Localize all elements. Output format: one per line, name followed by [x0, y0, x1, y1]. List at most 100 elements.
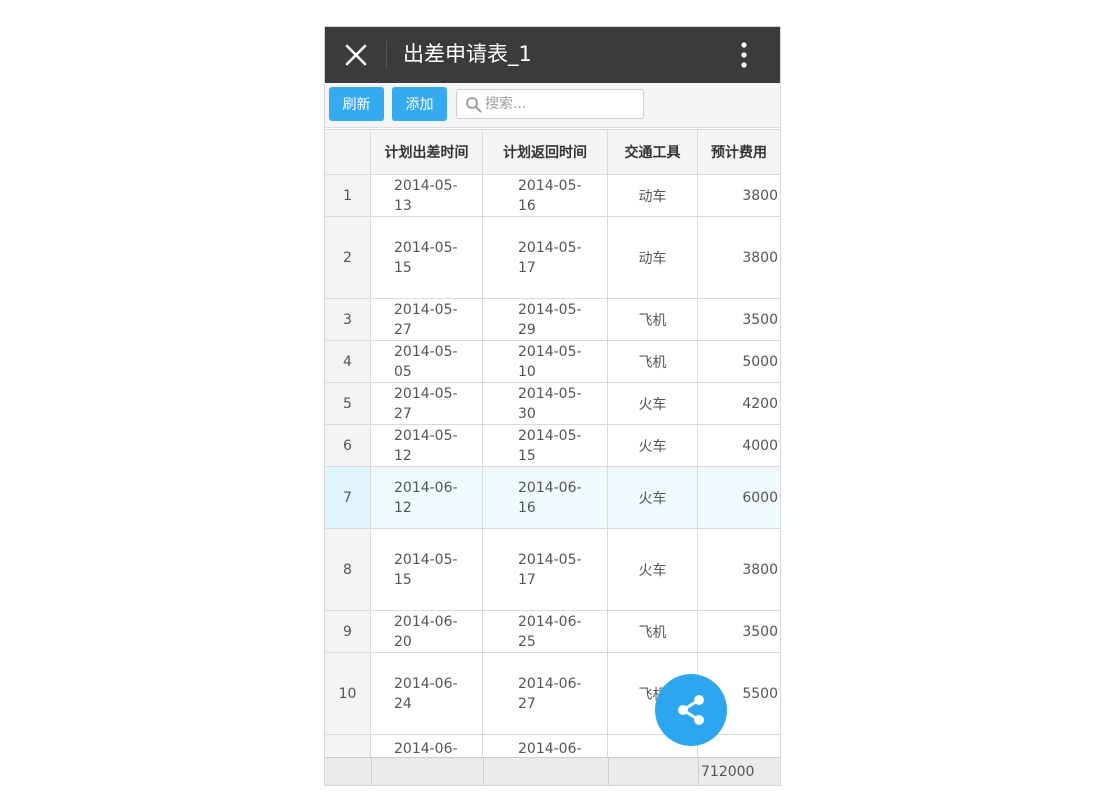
cost-cell: 4200 — [742, 395, 778, 412]
table-header: 计划出差时间 计划返回时间 交通工具 预计费用 — [325, 129, 780, 175]
more-vertical-icon — [741, 42, 747, 68]
departure-cell: 2014-05-05 — [371, 341, 483, 382]
row-index: 7 — [325, 467, 371, 528]
return-date: 2014-06-25 — [518, 613, 582, 650]
row-index: 1 — [325, 175, 371, 216]
transport-cell: 飞机 — [608, 341, 698, 382]
close-icon — [345, 44, 367, 66]
departure-date: 2014-05-15 — [394, 551, 458, 588]
table-row[interactable]: 2 2014-05-15 2014-05-17 动车 3800 — [325, 217, 780, 299]
return-date: 2014-05-17 — [518, 239, 582, 276]
departure-cell: 2014-06-12 — [371, 467, 483, 528]
cost-cell: 3800 — [742, 561, 778, 578]
cost-cell: 3500 — [742, 311, 778, 328]
row-index: 6 — [325, 425, 371, 466]
departure-date: 2014-05-27 — [394, 385, 458, 422]
share-button[interactable] — [655, 674, 727, 746]
cost-cell: 6000 — [698, 467, 780, 528]
footer-cell — [372, 758, 484, 785]
return-cell: 2014-05-29 — [483, 299, 608, 340]
departure-date: 2014-06-24 — [394, 675, 458, 712]
departure-cell: 2014-05-15 — [371, 217, 483, 298]
header-transport[interactable]: 交通工具 — [608, 130, 698, 174]
row-index: 4 — [325, 341, 371, 382]
departure-date: 2014-05-05 — [394, 343, 458, 380]
departure-date: 2014-05-27 — [394, 301, 458, 338]
departure-cell: 2014-06-20 — [371, 611, 483, 652]
departure-date: 2014-06-20 — [394, 613, 458, 650]
return-cell: 2014-05-17 — [483, 217, 608, 298]
app-window: 出差申请表_1 刷新 添加 计划出差时间 计划返回时间 — [324, 26, 781, 786]
departure-date: 2014-06-12 — [394, 479, 458, 516]
cost-total: 712000 — [701, 764, 755, 780]
transport-cell: 动车 — [608, 175, 698, 216]
row-index: 5 — [325, 383, 371, 424]
transport-cell: 火车 — [608, 425, 698, 466]
page-title: 出差申请表_1 — [403, 42, 532, 66]
close-button[interactable] — [335, 35, 377, 75]
table-footer: 712000 — [325, 757, 780, 785]
row-index: 9 — [325, 611, 371, 652]
return-cell: 2014-05-17 — [483, 529, 608, 610]
refresh-button[interactable]: 刷新 — [329, 87, 384, 121]
cost-cell: 4000 — [742, 437, 778, 454]
return-cell: 2014-05-10 — [483, 341, 608, 382]
add-button[interactable]: 添加 — [392, 87, 447, 121]
search-box[interactable] — [456, 89, 644, 119]
search-icon — [465, 96, 483, 114]
header-estimated-cost[interactable]: 预计费用 — [698, 130, 780, 174]
return-date: 2014-06- — [518, 741, 582, 757]
departure-date: 2014-05-12 — [394, 427, 458, 464]
departure-date: 2014-06- — [394, 741, 458, 757]
departure-cell: 2014-05-27 — [371, 299, 483, 340]
return-date: 2014-06-16 — [518, 479, 582, 516]
row-index: 10 — [325, 653, 371, 734]
footer-cell — [484, 758, 609, 785]
footer-cell — [325, 758, 372, 785]
header-index — [325, 130, 371, 174]
title-divider — [386, 41, 387, 69]
share-icon — [678, 695, 704, 725]
footer-cell — [609, 758, 699, 785]
table-row[interactable]: 4 2014-05-05 2014-05-10 飞机 5000 — [325, 341, 780, 383]
table-row-selected[interactable]: 7 2014-06-12 2014-06-16 火车 6000 — [325, 467, 780, 529]
cost-cell: 3800 — [742, 187, 778, 204]
return-cell: 2014-06-27 — [483, 653, 608, 734]
departure-cell: 2014-06-24 — [371, 653, 483, 734]
return-cell: 2014-05-15 — [483, 425, 608, 466]
header-planned-return[interactable]: 计划返回时间 — [483, 130, 608, 174]
return-cell: 2014-05-30 — [483, 383, 608, 424]
row-index: 2 — [325, 217, 371, 298]
departure-cell: 2014-05-13 — [371, 175, 483, 216]
return-date: 2014-05-16 — [518, 177, 582, 214]
departure-cell: 2014-05-12 — [371, 425, 483, 466]
transport-cell: 动车 — [608, 217, 698, 298]
header-planned-departure[interactable]: 计划出差时间 — [371, 130, 483, 174]
row-index: 8 — [325, 529, 371, 610]
table-row[interactable]: 5 2014-05-27 2014-05-30 火车 4200 — [325, 383, 780, 425]
transport-cell: 飞机 — [608, 611, 698, 652]
transport-cell: 火车 — [608, 383, 698, 424]
return-date: 2014-05-10 — [518, 343, 582, 380]
return-cell: 2014-06-25 — [483, 611, 608, 652]
transport-cell: 火车 — [608, 467, 698, 528]
return-date: 2014-05-30 — [518, 385, 582, 422]
table-row[interactable]: 9 2014-06-20 2014-06-25 飞机 3500 — [325, 611, 780, 653]
table-row[interactable]: 3 2014-05-27 2014-05-29 飞机 3500 — [325, 299, 780, 341]
return-cell: 2014-06-16 — [483, 467, 608, 528]
return-cell: 2014-05-16 — [483, 175, 608, 216]
return-date: 2014-06-27 — [518, 675, 582, 712]
table-row[interactable]: 6 2014-05-12 2014-05-15 火车 4000 — [325, 425, 780, 467]
cost-cell: 3800 — [742, 249, 778, 266]
more-menu-button[interactable] — [724, 35, 764, 75]
return-date: 2014-05-17 — [518, 551, 582, 588]
return-date: 2014-05-15 — [518, 427, 582, 464]
cost-cell: 3500 — [742, 623, 778, 640]
transport-cell: 飞机 — [608, 299, 698, 340]
departure-date: 2014-05-13 — [394, 177, 458, 214]
table-row[interactable]: 1 2014-05-13 2014-05-16 动车 3800 — [325, 175, 780, 217]
search-input[interactable] — [485, 93, 635, 115]
table-row[interactable]: 8 2014-05-15 2014-05-17 火车 3800 — [325, 529, 780, 611]
cost-cell: 5000 — [742, 353, 778, 370]
departure-cell: 2014-05-15 — [371, 529, 483, 610]
